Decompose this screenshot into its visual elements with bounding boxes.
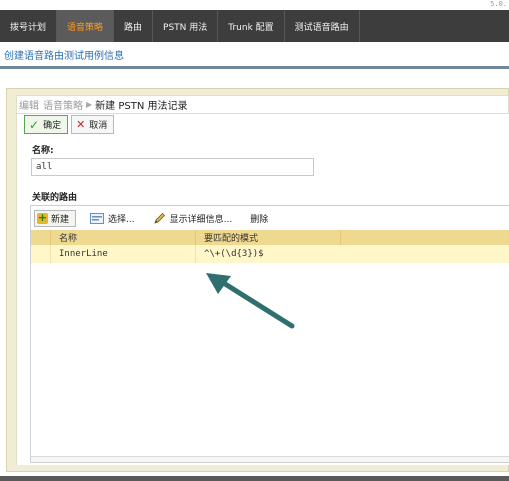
page: 5.0. 拨号计划 语音策略 路由 PSTN 用法 Trunk 配置 测试语音路… [0, 0, 509, 481]
top-strip: 5.0. [0, 0, 509, 10]
select-column-header [31, 230, 51, 245]
annotation-arrow-icon [206, 273, 295, 329]
name-input[interactable] [31, 158, 314, 176]
select-list-icon [90, 212, 105, 224]
name-label: 名称: [32, 146, 54, 156]
table-row[interactable]: InnerLine ^\+(\d{3})$ [31, 245, 509, 263]
breadcrumb-separator-icon: ▶ [86, 100, 93, 109]
breadcrumb-edit[interactable]: 编辑 [19, 97, 39, 112]
bottom-bar [0, 476, 509, 481]
tab-dial-plan[interactable]: 拨号计划 [0, 10, 58, 42]
cancel-x-icon: ✕ [76, 118, 86, 131]
delete-route-button[interactable]: 删除 [246, 210, 272, 227]
cancel-button[interactable]: ✕ 取消 [71, 115, 115, 134]
breadcrumb: 编辑 语音策略 ▶ 新建 PSTN 用法记录 [16, 95, 509, 114]
associated-routes-label: 关联的路由 [32, 193, 78, 203]
ok-button[interactable]: ✓ 确定 [24, 115, 69, 134]
delete-label: 删除 [250, 214, 269, 225]
tab-trunk-config[interactable]: Trunk 配置 [218, 10, 285, 42]
tab-pstn-usage[interactable]: PSTN 用法 [153, 10, 219, 42]
breadcrumb-voice-policy[interactable]: 语音策略 [43, 97, 83, 112]
routes-grid: + 新建 选择... 显示详细信息... 删除 名称 要匹配的模式 InnerL… [30, 205, 509, 463]
tab-route[interactable]: 路由 [114, 10, 154, 42]
details-label: 显示详细信息... [169, 214, 233, 225]
grid-header: 名称 要匹配的模式 [31, 230, 509, 245]
tab-test-voice-route[interactable]: 测试语音路由 [285, 10, 360, 42]
plus-icon: + [37, 210, 48, 224]
row-selector[interactable] [31, 245, 51, 263]
grid-footer [31, 456, 509, 462]
new-route-button[interactable]: + 新建 [34, 209, 77, 227]
ok-label: 确定 [43, 121, 62, 131]
sub-header: 创建语音路由测试用例信息 [0, 42, 509, 66]
pencil-icon [153, 212, 166, 225]
top-nav-bar: 拨号计划 语音策略 路由 PSTN 用法 Trunk 配置 测试语音路由 [0, 10, 509, 42]
divider [0, 66, 509, 69]
create-test-case-link[interactable]: 创建语音路由测试用例信息 [4, 47, 124, 62]
check-icon: ✓ [29, 117, 40, 132]
select-route-button[interactable]: 选择... [86, 210, 139, 227]
breadcrumb-current: 新建 PSTN 用法记录 [95, 101, 188, 112]
row-pattern-cell: ^\+(\d{3})$ [204, 249, 264, 259]
tab-voice-policy[interactable]: 语音策略 [57, 10, 115, 42]
row-name-cell: InnerLine [51, 245, 196, 263]
version-text: 5.0. [490, 0, 507, 8]
column-header-name[interactable]: 名称 [51, 230, 196, 245]
action-bar: ✓ 确定 ✕ 取消 [24, 115, 115, 134]
select-label: 选择... [108, 214, 135, 225]
new-label: 新建 [51, 214, 70, 225]
cancel-label: 取消 [89, 121, 108, 131]
show-details-button[interactable]: 显示详细信息... [149, 210, 237, 227]
column-header-pattern[interactable]: 要匹配的模式 [196, 230, 341, 245]
routes-toolbar: + 新建 选择... 显示详细信息... 删除 [31, 206, 509, 230]
